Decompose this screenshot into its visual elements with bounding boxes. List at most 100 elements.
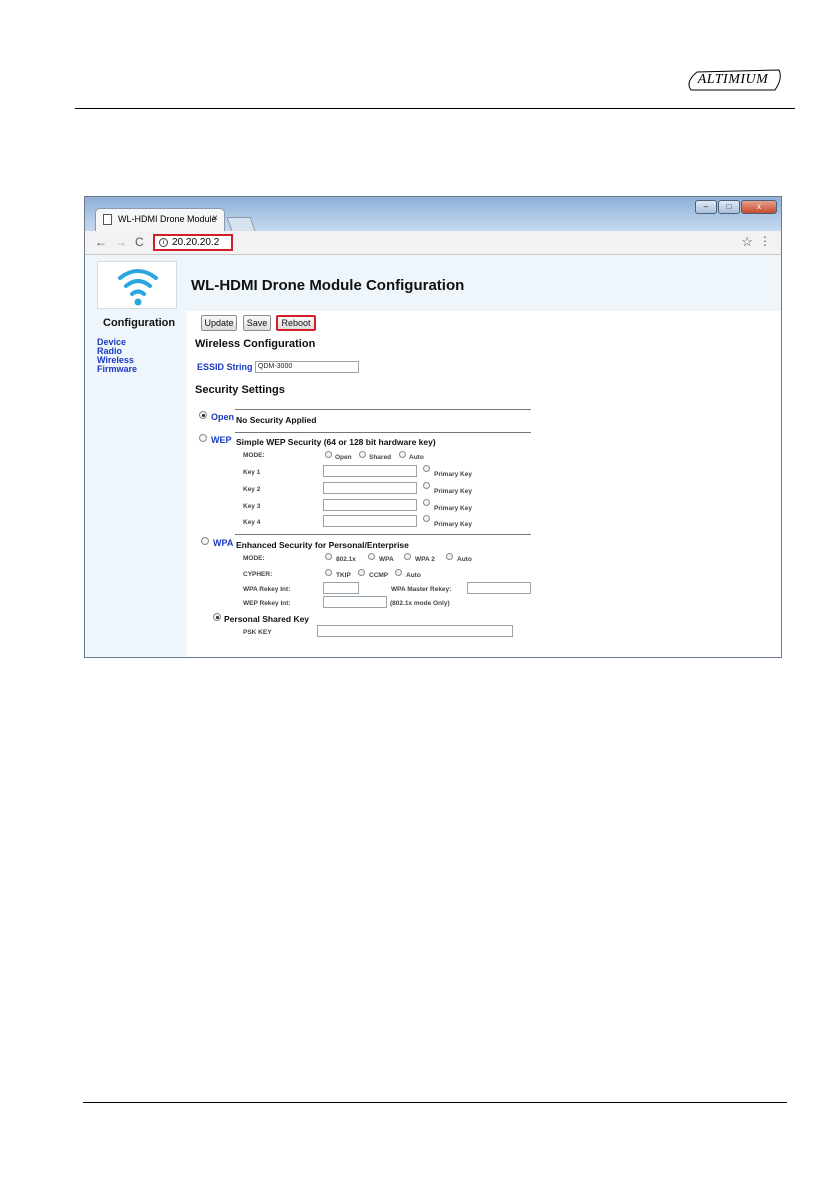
- browser-window: WL-HDMI Drone Module × – □ x ← → C i 20.2…: [84, 196, 782, 658]
- wep-key2-label: Key 2: [243, 486, 261, 493]
- wpa-rekey-input[interactable]: [323, 582, 359, 594]
- psk-key-input[interactable]: [317, 625, 513, 637]
- web-content: WL-HDMI Drone Module Configuration Confi…: [85, 255, 781, 657]
- address-text: 20.20.20.2: [172, 237, 220, 248]
- browser-menu-icon[interactable]: ⋮: [759, 234, 771, 248]
- wifi-logo: [97, 261, 177, 309]
- primary-key4-label: Primary Key: [434, 521, 472, 528]
- wep-mode-auto-radio[interactable]: [399, 451, 406, 458]
- close-window-button[interactable]: x: [741, 200, 777, 214]
- primary-key2-label: Primary Key: [434, 488, 472, 495]
- primary-key3-label: Primary Key: [434, 505, 472, 512]
- wep-mode-open: Open: [335, 454, 352, 461]
- cypher-ccmp-radio[interactable]: [358, 569, 365, 576]
- primary-key4-radio[interactable]: [423, 515, 430, 522]
- wep-key1-label: Key 1: [243, 469, 261, 476]
- reboot-button[interactable]: Reboot: [276, 315, 316, 331]
- wpa-mode-label: MODE:: [243, 555, 265, 562]
- address-bar[interactable]: i 20.20.20.2: [153, 234, 233, 251]
- bookmark-star-icon[interactable]: ☆: [741, 234, 753, 250]
- tab-close-icon[interactable]: ×: [212, 213, 218, 224]
- page-icon: [103, 214, 112, 225]
- config-panel: Update Save Reboot Wireless Configuratio…: [187, 311, 781, 657]
- browser-tab[interactable]: WL-HDMI Drone Module ×: [95, 208, 225, 231]
- page-title: WL-HDMI Drone Module Configuration: [191, 277, 465, 294]
- wep-key1-input[interactable]: [323, 465, 417, 477]
- header-rule: [75, 108, 795, 109]
- primary-key1-label: Primary Key: [434, 471, 472, 478]
- save-button[interactable]: Save: [243, 315, 271, 331]
- wpa-rekey-label: WPA Rekey Int:: [243, 586, 291, 593]
- psk-heading: Personal Shared Key: [224, 614, 310, 624]
- wep-mode-shared-radio[interactable]: [359, 451, 366, 458]
- wep-key3-input[interactable]: [323, 499, 417, 511]
- wpa-cypher-label: CYPHER:: [243, 571, 273, 578]
- forward-icon[interactable]: →: [115, 235, 127, 249]
- tab-title: WL-HDMI Drone Module: [118, 214, 217, 224]
- cypher-tkip-radio[interactable]: [325, 569, 332, 576]
- wpa-mode-wpa2-radio[interactable]: [404, 553, 411, 560]
- wep-mode-open-radio[interactable]: [325, 451, 332, 458]
- cypher-auto: Auto: [406, 572, 421, 579]
- wep-rekey-label: WEP Rekey Int:: [243, 600, 291, 607]
- cypher-auto-radio[interactable]: [395, 569, 402, 576]
- wep-key2-input[interactable]: [323, 482, 417, 494]
- document-page: ALTIMIUM WL-HDMI Drone Module × – □ x ← …: [0, 0, 840, 1192]
- wep-mode-auto: Auto: [409, 454, 424, 461]
- wpa-mode-auto-radio[interactable]: [446, 553, 453, 560]
- browser-toolbar: ← → C i 20.20.20.2 ☆ ⋮: [85, 231, 781, 255]
- sidebar-links: Device Radio Wireless Firmware: [97, 338, 137, 374]
- wep-key3-label: Key 3: [243, 503, 261, 510]
- security-heading: Security Settings: [195, 384, 285, 396]
- psk-key-label: PSK KEY: [243, 629, 272, 636]
- wep-key4-input[interactable]: [323, 515, 417, 527]
- wpa-mode-wpa-radio[interactable]: [368, 553, 375, 560]
- wep-label: WEP: [211, 435, 232, 445]
- wifi-icon: [118, 269, 158, 306]
- minimize-button[interactable]: –: [695, 200, 717, 214]
- cypher-tkip: TKIP: [336, 572, 351, 579]
- divider: [235, 432, 531, 433]
- primary-key2-radio[interactable]: [423, 482, 430, 489]
- wpa-label: WPA: [213, 538, 234, 548]
- open-radio[interactable]: [199, 411, 207, 419]
- new-tab-button[interactable]: [226, 217, 256, 231]
- open-desc: No Security Applied: [236, 415, 317, 425]
- essid-input[interactable]: QDM-3000: [255, 361, 359, 373]
- altimium-logo: ALTIMIUM: [683, 66, 783, 96]
- sidebar-link-firmware[interactable]: Firmware: [97, 365, 137, 374]
- info-icon[interactable]: i: [159, 238, 168, 247]
- wpa-master-rekey-input[interactable]: [467, 582, 531, 594]
- wep-mode-label: MODE:: [243, 452, 265, 459]
- wpa-mode-8021x: 802.1x: [336, 556, 356, 563]
- wpa-desc: Enhanced Security for Personal/Enterpris…: [236, 540, 409, 550]
- wep-mode-shared: Shared: [369, 454, 392, 461]
- reload-icon[interactable]: C: [135, 235, 144, 249]
- wep-radio[interactable]: [199, 434, 207, 442]
- maximize-button[interactable]: □: [718, 200, 740, 214]
- back-icon[interactable]: ←: [95, 235, 107, 249]
- wep-desc: Simple WEP Security (64 or 128 bit hardw…: [236, 437, 436, 447]
- wep-key4-label: Key 4: [243, 519, 261, 526]
- cypher-ccmp: CCMP: [369, 572, 389, 579]
- essid-label: ESSID String: [197, 362, 253, 372]
- wpa-mode-auto: Auto: [457, 556, 472, 563]
- wpa-mode-wpa2: WPA 2: [415, 556, 435, 563]
- divider: [235, 409, 531, 410]
- psk-radio[interactable]: [213, 613, 221, 621]
- wpa-radio[interactable]: [201, 537, 209, 545]
- footer-rule: [83, 1102, 787, 1103]
- sidebar-title: Configuration: [103, 317, 176, 329]
- wpa-mode-8021x-radio[interactable]: [325, 553, 332, 560]
- window-controls: – □ x: [695, 200, 777, 214]
- wep-rekey-note: (802.1x mode Only): [390, 600, 450, 607]
- wpa-mode-wpa: WPA: [379, 556, 394, 563]
- primary-key3-radio[interactable]: [423, 499, 430, 506]
- wireless-heading: Wireless Configuration: [195, 338, 316, 350]
- browser-titlebar: WL-HDMI Drone Module × – □ x: [85, 197, 781, 231]
- wpa-master-rekey-label: WPA Master Rekey:: [391, 586, 452, 593]
- primary-key1-radio[interactable]: [423, 465, 430, 472]
- logo-text: ALTIMIUM: [697, 72, 769, 87]
- wep-rekey-input[interactable]: [323, 596, 387, 608]
- update-button[interactable]: Update: [201, 315, 237, 331]
